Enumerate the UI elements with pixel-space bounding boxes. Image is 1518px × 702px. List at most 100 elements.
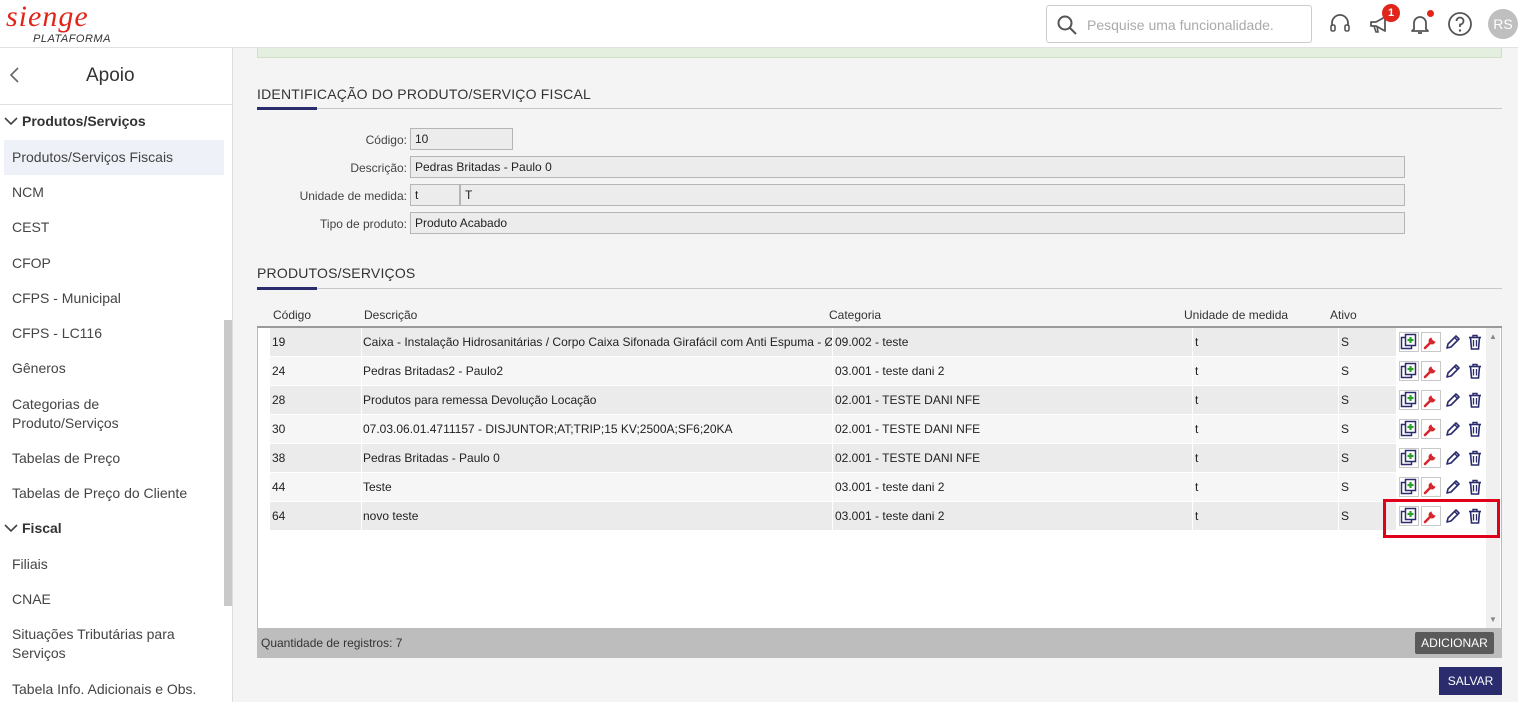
trash-icon[interactable] [1465,448,1485,468]
table-row[interactable]: 30 07.03.06.01.4711157 - DISJUNTOR;AT;TRI… [270,415,1396,443]
cell-separator [1338,415,1339,443]
table-row[interactable]: 28 Produtos para remessa Devolução Locaçã… [270,386,1396,414]
cell-separator [1338,386,1339,414]
scroll-up-icon[interactable]: ▲ [1489,332,1497,341]
wrench-icon[interactable] [1421,448,1441,468]
cell-unidade: t [1195,480,1199,494]
sidebar-item-generos[interactable]: Gêneros [4,359,224,378]
wrench-icon[interactable] [1421,332,1441,352]
codigo-field[interactable]: 10 [410,128,513,150]
column-header-ativo[interactable]: Ativo [1330,308,1357,322]
tipo-produto-field[interactable]: Produto Acabado [410,212,1405,234]
sidebar-item-cfps-lc116[interactable]: CFPS - LC116 [4,324,224,343]
pencil-icon[interactable] [1443,361,1463,381]
pencil-icon[interactable] [1443,477,1463,497]
cell-unidade: t [1195,335,1199,349]
help-icon[interactable] [1447,11,1473,37]
sienge-logo[interactable]: sienge PLATAFORMA [6,0,116,46]
column-header-categoria[interactable]: Categoria [829,308,881,322]
table-row[interactable]: 64 novo teste 03.001 - teste dani 2tS [270,502,1396,530]
pencil-icon[interactable] [1443,390,1463,410]
copy-add-icon[interactable] [1399,448,1419,468]
sidebar-item-tabelas-preco-cliente[interactable]: Tabelas de Preço do Cliente [4,484,224,503]
trash-icon[interactable] [1465,332,1485,352]
sidebar-item-tabela-info-adicionais[interactable]: Tabela Info. Adicionais e Obs. [4,680,224,699]
descricao-field[interactable]: Pedras Britadas - Paulo 0 [410,156,1405,178]
cell-separator [1338,328,1339,356]
row-actions [1399,328,1485,356]
cell-separator [361,444,362,472]
table-row[interactable]: 24 Pedras Britadas2 - Paulo2 03.001 - test… [270,357,1396,385]
logo-subtitle: PLATAFORMA [33,33,111,45]
sidebar-item-produtos-servicos-fiscais[interactable]: Produtos/Serviços Fiscais [4,140,224,175]
grid-scrollbar[interactable]: ▲ ▼ [1486,328,1500,628]
row-actions [1399,444,1485,472]
copy-add-icon[interactable] [1399,361,1419,381]
sidebar-item-cfop[interactable]: CFOP [4,254,224,273]
unidade-code-field[interactable]: t [410,184,460,206]
row-actions [1399,357,1485,385]
search-box[interactable] [1046,5,1312,43]
wrench-icon[interactable] [1421,477,1441,497]
scroll-down-icon[interactable]: ▼ [1489,615,1497,624]
cell-separator [1192,415,1193,443]
avatar[interactable]: RS [1488,9,1518,39]
chevron-left-icon[interactable] [8,66,22,90]
sidebar-scrollbar[interactable] [224,320,232,606]
column-header-codigo[interactable]: Código [273,308,311,322]
wrench-icon[interactable] [1421,361,1441,381]
sidebar-item-cfps-municipal[interactable]: CFPS - Municipal [4,289,224,308]
cell-separator [361,415,362,443]
trash-icon[interactable] [1465,390,1485,410]
cell-separator [1338,473,1339,501]
unidade-name-field[interactable]: T [460,184,1405,206]
trash-icon[interactable] [1465,419,1485,439]
logo-text: sienge [6,0,89,33]
pencil-icon[interactable] [1443,419,1463,439]
pencil-icon[interactable] [1443,332,1463,352]
copy-add-icon[interactable] [1399,332,1419,352]
headset-icon[interactable] [1327,11,1353,37]
copy-add-icon[interactable] [1399,419,1419,439]
sidebar-item-tabelas-preco[interactable]: Tabelas de Preço [4,449,224,468]
trash-icon[interactable] [1465,477,1485,497]
trash-icon[interactable] [1465,361,1485,381]
sidebar-group-fiscal[interactable]: Fiscal [4,520,62,536]
sidebar-item-situacoes-tributarias[interactable]: Situações Tributárias para Serviços [4,625,194,663]
table-row[interactable]: 44 Teste 03.001 - teste dani 2 t S [270,473,1396,501]
sidebar-item-cnae[interactable]: CNAE [4,590,224,609]
cell-descricao: 07.03.06.01.4711157 - DISJUNTOR;AT;TRIP;… [363,422,733,436]
row-actions [1399,473,1485,501]
cell-codigo: 24 [272,364,286,378]
cell-separator [832,502,833,530]
pencil-icon[interactable] [1443,448,1463,468]
column-header-descricao[interactable]: Descrição [364,308,417,322]
sidebar-item-categorias[interactable]: Categorias de Produto/Serviços [4,395,154,433]
cell-ativo: S [1341,451,1350,465]
cell-separator [361,328,362,356]
sidebar-item-cest[interactable]: CEST [4,218,224,237]
wrench-icon[interactable] [1421,419,1441,439]
add-button[interactable]: ADICIONAR [1415,632,1494,654]
cell-separator [1192,386,1193,414]
save-button[interactable]: SALVAR [1439,667,1502,695]
table-row[interactable]: 38 Pedras Britadas - Paulo 0 02.001 - TEST… [270,444,1396,472]
copy-add-icon[interactable] [1399,477,1419,497]
cell-codigo: 64 [272,509,286,523]
sidebar-group-label: Fiscal [22,520,62,536]
sidebar-group-produtos[interactable]: Produtos/Serviços [4,113,146,129]
chevron-down-icon [4,524,18,533]
table-row[interactable]: 19 Caixa - Instalação Hidrosanitárias / C… [270,328,1396,356]
copy-add-icon[interactable] [1399,390,1419,410]
wrench-icon[interactable] [1421,390,1441,410]
sidebar-item-filiais[interactable]: Filiais [4,555,224,574]
codigo-label: Código: [365,133,407,147]
section-title-produtos: PRODUTOS/SERVIÇOS [257,265,416,281]
descricao-label: Descrição: [350,161,407,175]
cell-ativo: S [1341,335,1350,349]
search-input[interactable] [1087,15,1302,35]
sidebar-item-ncm[interactable]: NCM [4,183,224,202]
top-bar: sienge PLATAFORMA 1 RS [0,0,1518,48]
column-header-unidade[interactable]: Unidade de medida [1184,308,1288,322]
cell-separator [832,357,833,385]
